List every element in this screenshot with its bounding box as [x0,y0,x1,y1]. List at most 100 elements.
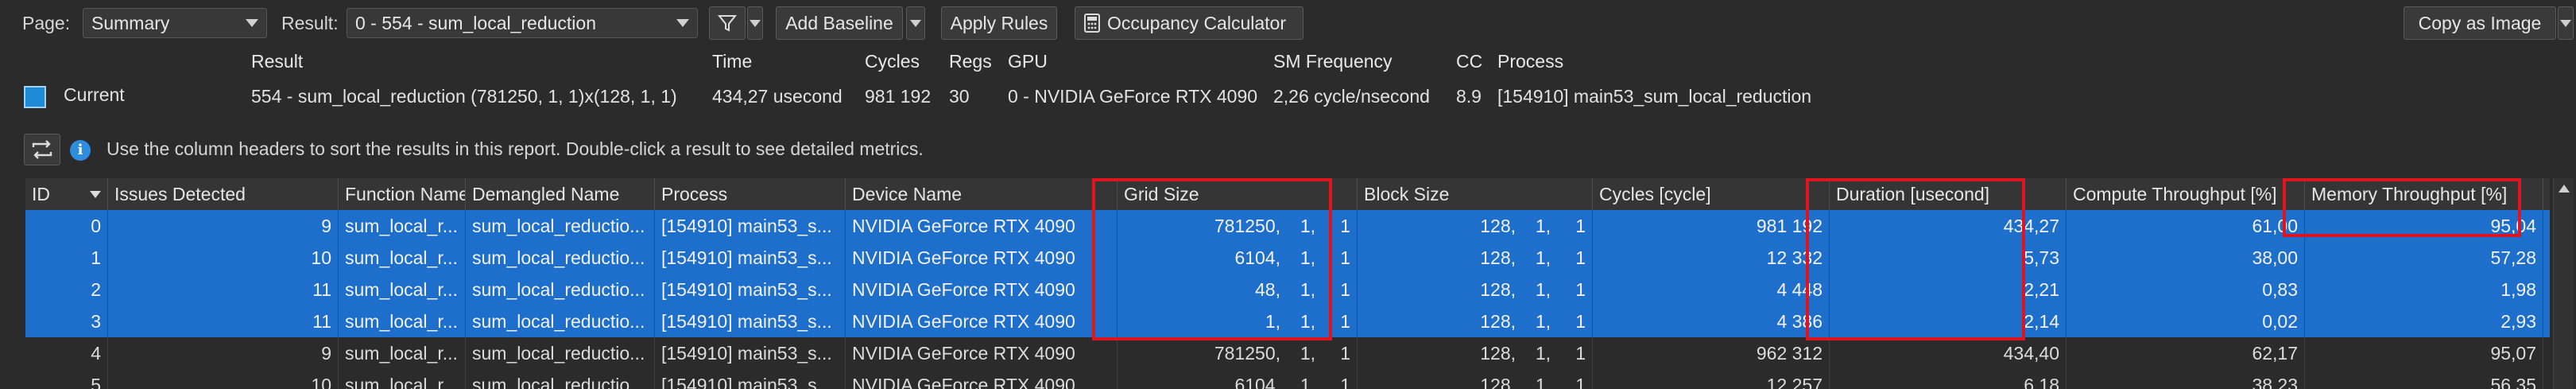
header-process: Process [1497,51,1564,72]
add-baseline-dropdown-button[interactable] [906,6,925,40]
column-header-compute-throughput[interactable]: Compute Throughput [%] [2067,178,2305,210]
table-row[interactable]: 3 11 sum_local_r... sum_local_reductio... [1… [25,305,2550,337]
column-header-block-size[interactable]: Block Size [1358,178,1593,210]
cell-cycles: 4 448 [1593,274,1830,305]
scroll-up-icon[interactable] [2559,185,2570,193]
column-header-demangled-name[interactable]: Demangled Name [466,178,655,210]
column-header-issues[interactable]: Issues Detected [108,178,339,210]
block-dim-y: 1, [1535,343,1551,364]
cell-function: sum_local_r... [339,369,466,389]
chevron-down-icon [676,19,689,27]
filter-icon [717,15,738,32]
cell-device: NVIDIA GeForce RTX 4090 [846,210,1118,242]
cell-issues: 11 [108,305,339,337]
column-header-process[interactable]: Process [655,178,846,210]
cell-duration: 434,40 [1830,337,2067,369]
cell-demangled: sum_local_reductio... [466,274,655,305]
vertical-scrollbar[interactable] [2553,178,2574,389]
block-dim-y: 1, [1535,247,1551,268]
transpose-button[interactable] [24,134,60,165]
cell-duration: 434,27 [1830,210,2067,242]
cell-id: 1 [25,242,108,274]
result-select-value: 0 - 554 - sum_local_reduction [355,12,596,33]
block-dim-y: 1, [1535,375,1551,389]
add-baseline-label: Add Baseline [785,12,893,33]
block-dim-y: 1, [1535,216,1551,236]
table-row[interactable]: 4 9 sum_local_r... sum_local_reductio... [15… [25,337,2550,369]
copy-as-image-button[interactable]: Copy as Image [2404,6,2556,40]
block-dim-z: 1 [1575,375,1586,389]
header-cycles: Cycles [865,51,920,72]
table-row[interactable]: 1 10 sum_local_r... sum_local_reductio... [1… [25,242,2550,274]
current-result: 554 - sum_local_reduction (781250, 1, 1)… [251,86,677,107]
table-row[interactable]: 5 10 sum_local_r... sum_local_reductio... [1… [25,369,2550,389]
cell-compute: 62,17 [2067,337,2305,369]
cell-duration: 6,18 [1830,369,2067,389]
cell-cycles: 981 192 [1593,210,1830,242]
column-header-device-name[interactable]: Device Name [846,178,1118,210]
header-gpu: GPU [1008,51,1048,72]
results-table[interactable]: ID Issues Detected Function Name Demangl… [25,178,2550,389]
page-select[interactable]: Summary [83,8,267,38]
current-cycles: 981 192 [865,86,932,107]
column-header-duration[interactable]: Duration [usecond] [1830,178,2067,210]
header-regs: Regs [949,51,992,72]
grid-dim-z: 1 [1340,343,1350,364]
column-header-id[interactable]: ID [25,178,108,210]
chevron-down-icon [2560,19,2571,27]
sort-descending-icon [90,191,101,198]
grid-dim-y: 1, [1300,311,1315,332]
column-header-registers[interactable]: # R [2543,178,2550,210]
column-header-grid-size[interactable]: Grid Size [1118,178,1358,210]
copy-image-dropdown-button[interactable] [2558,6,2574,40]
cell-grid: 781250, 1, 1 [1118,337,1358,369]
cell-process: [154910] main53_s... [655,369,846,389]
cell-grid: 781250, 1, 1 [1118,210,1358,242]
current-regs: 30 [949,86,970,107]
column-header-memory-throughput[interactable]: Memory Throughput [%] [2305,178,2543,210]
column-header-cycles[interactable]: Cycles [cycle] [1593,178,1830,210]
header-sm-frequency: SM Frequency [1273,51,1393,72]
current-color-swatch [24,86,46,108]
result-select[interactable]: 0 - 554 - sum_local_reduction [347,8,698,38]
chevron-down-icon [750,19,761,27]
cell-demangled: sum_local_reductio... [466,337,655,369]
occupancy-calculator-label: Occupancy Calculator [1107,12,1286,33]
add-baseline-button[interactable]: Add Baseline [776,6,903,40]
cell-issues: 10 [108,242,339,274]
block-dim-z: 1 [1575,216,1586,236]
table-row[interactable]: 0 9 sum_local_r... sum_local_reductio... [15… [25,210,2550,242]
table-row[interactable]: 2 11 sum_local_r... sum_local_reductio... [1… [25,274,2550,305]
current-sm-frequency: 2,26 cycle/nsecond [1273,86,1430,107]
cell-id: 4 [25,337,108,369]
cell-issues: 9 [108,337,339,369]
occupancy-calculator-button[interactable]: Occupancy Calculator [1075,6,1303,40]
cell-block: 128, 1, 1 [1358,210,1593,242]
filter-button[interactable] [709,6,746,40]
grid-dim-z: 1 [1340,375,1350,389]
current-label: Current [64,84,125,105]
current-cc: 8.9 [1456,86,1482,107]
cell-device: NVIDIA GeForce RTX 4090 [846,369,1118,389]
calculator-icon [1084,14,1100,33]
block-dim-y: 1, [1535,311,1551,332]
cell-device: NVIDIA GeForce RTX 4090 [846,274,1118,305]
cell-device: NVIDIA GeForce RTX 4090 [846,242,1118,274]
cell-compute: 0,02 [2067,305,2305,337]
cell-process: [154910] main53_s... [655,274,846,305]
cell-memory: 57,28 [2305,242,2543,274]
cell-device: NVIDIA GeForce RTX 4090 [846,337,1118,369]
cell-grid: 6104, 1, 1 [1118,242,1358,274]
cell-demangled: sum_local_reductio... [466,210,655,242]
block-dim-x: 128, [1480,279,1516,300]
column-header-function-name[interactable]: Function Name [339,178,466,210]
cell-id: 3 [25,305,108,337]
grid-dim-y: 1, [1300,279,1315,300]
cell-grid: 48, 1, 1 [1118,274,1358,305]
cell-process: [154910] main53_s... [655,242,846,274]
grid-dim-y: 1, [1300,247,1315,268]
copy-as-image-label: Copy as Image [2418,12,2542,33]
apply-rules-button[interactable]: Apply Rules [941,6,1057,40]
filter-dropdown-button[interactable] [747,6,763,40]
grid-dim-z: 1 [1340,279,1350,300]
